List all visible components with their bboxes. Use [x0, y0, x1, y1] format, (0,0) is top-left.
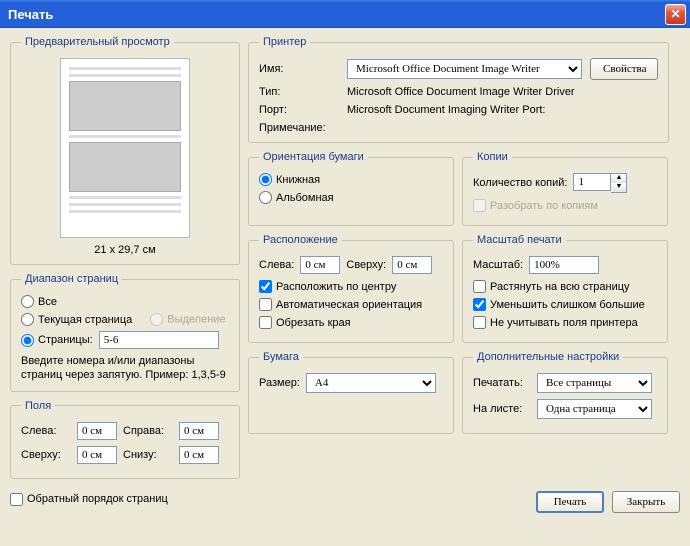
scale-legend: Масштаб печати — [473, 234, 566, 246]
reverse-order-label: Обратный порядок страниц — [27, 493, 168, 505]
scale-label: Масштаб: — [473, 259, 523, 271]
reverse-order-checkbox[interactable] — [10, 493, 23, 506]
extra-legend: Дополнительные настройки — [473, 351, 623, 363]
orientation-portrait-radio[interactable] — [259, 173, 272, 186]
printer-note-label: Примечание: — [259, 122, 339, 134]
orientation-portrait-label: Книжная — [276, 174, 320, 186]
printer-legend: Принтер — [259, 36, 310, 48]
range-selection-label: Выделение — [167, 313, 225, 325]
printer-type-value: Microsoft Office Document Image Writer D… — [347, 86, 658, 98]
collate-checkbox — [473, 199, 486, 212]
paper-group: Бумага Размер: A4 — [248, 351, 454, 434]
spin-up-icon[interactable]: ▲ — [611, 174, 626, 183]
center-label: Расположить по центру — [276, 281, 396, 293]
stretch-label: Растянуть на всю страницу — [490, 281, 630, 293]
window-title: Печать — [8, 7, 53, 22]
orientation-landscape-label: Альбомная — [276, 192, 334, 204]
margin-right-label: Справа: — [123, 425, 173, 437]
spin-down-icon[interactable]: ▼ — [611, 183, 626, 192]
preview-legend: Предварительный просмотр — [21, 36, 174, 48]
range-current-label: Текущая страница — [38, 314, 132, 326]
extra-print-select[interactable]: Все страницы — [537, 373, 652, 393]
copies-group: Копии Количество копий: ▲▼ Разобрать по … — [462, 151, 668, 226]
margins-legend: Поля — [21, 400, 55, 412]
printer-name-select[interactable]: Microsoft Office Document Image Writer — [347, 59, 582, 79]
extra-sheet-label: На листе: — [473, 403, 531, 415]
layout-group: Расположение Слева: Сверху: Расположить … — [248, 234, 454, 343]
layout-legend: Расположение — [259, 234, 342, 246]
layout-top-label: Сверху: — [346, 259, 386, 271]
preview-thumbnail — [60, 58, 190, 238]
margin-top-input[interactable] — [77, 446, 117, 464]
paper-size-label: Размер: — [259, 377, 300, 389]
preview-group: Предварительный просмотр 21 x 29,7 см — [10, 36, 240, 265]
range-current-radio[interactable] — [21, 313, 34, 326]
layout-left-label: Слева: — [259, 259, 294, 271]
copies-count-label: Количество копий: — [473, 177, 567, 189]
margin-left-input[interactable] — [77, 422, 117, 440]
printer-port-label: Порт: — [259, 104, 339, 116]
paper-size-select[interactable]: A4 — [306, 373, 436, 393]
print-button[interactable]: Печать — [536, 491, 604, 513]
margin-left-label: Слева: — [21, 425, 71, 437]
ignore-margins-checkbox[interactable] — [473, 316, 486, 329]
crop-checkbox[interactable] — [259, 316, 272, 329]
titlebar: Печать ✕ — [0, 0, 690, 28]
printer-name-label: Имя: — [259, 63, 339, 75]
orientation-landscape-radio[interactable] — [259, 191, 272, 204]
printer-port-value: Microsoft Document Imaging Writer Port: — [347, 104, 658, 116]
crop-label: Обрезать края — [276, 317, 351, 329]
copies-legend: Копии — [473, 151, 512, 163]
layout-left-input[interactable] — [300, 256, 340, 274]
range-group: Диапазон страниц Все Текущая страница Вы… — [10, 273, 240, 392]
shrink-checkbox[interactable] — [473, 298, 486, 311]
printer-type-label: Тип: — [259, 86, 339, 98]
stretch-checkbox[interactable] — [473, 280, 486, 293]
ignore-margins-label: Не учитывать поля принтера — [490, 317, 638, 329]
scale-input[interactable] — [529, 256, 599, 274]
orientation-group: Ориентация бумаги Книжная Альбомная — [248, 151, 454, 226]
extra-print-label: Печатать: — [473, 377, 531, 389]
preview-dimensions: 21 x 29,7 см — [21, 244, 229, 256]
range-all-radio[interactable] — [21, 295, 34, 308]
margin-right-input[interactable] — [179, 422, 219, 440]
center-checkbox[interactable] — [259, 280, 272, 293]
range-selection-radio — [150, 313, 163, 326]
range-pages-input[interactable] — [99, 331, 219, 349]
auto-orient-checkbox[interactable] — [259, 298, 272, 311]
properties-button[interactable]: Свойства — [590, 58, 658, 80]
margin-bottom-label: Снизу: — [123, 449, 173, 461]
range-legend: Диапазон страниц — [21, 273, 122, 285]
range-pages-label: Страницы: — [38, 334, 93, 346]
margins-group: Поля Слева: Справа: Сверху: Снизу: — [10, 400, 240, 479]
shrink-label: Уменьшить слишком большие — [490, 299, 645, 311]
close-button[interactable]: Закрыть — [612, 491, 680, 513]
range-pages-radio[interactable] — [21, 334, 34, 347]
copies-count-input[interactable] — [573, 173, 611, 191]
printer-group: Принтер Имя: Microsoft Office Document I… — [248, 36, 669, 143]
range-hint: Введите номера и/или диапазоны страниц ч… — [21, 354, 229, 383]
margin-bottom-input[interactable] — [179, 446, 219, 464]
close-icon[interactable]: ✕ — [665, 4, 686, 25]
paper-legend: Бумага — [259, 351, 303, 363]
margin-top-label: Сверху: — [21, 449, 71, 461]
auto-orient-label: Автоматическая ориентация — [276, 299, 422, 311]
layout-top-input[interactable] — [392, 256, 432, 274]
extra-group: Дополнительные настройки Печатать: Все ст… — [462, 351, 668, 434]
extra-sheet-select[interactable]: Одна страница — [537, 399, 652, 419]
range-all-label: Все — [38, 296, 57, 308]
scale-group: Масштаб печати Масштаб: Растянуть на всю… — [462, 234, 668, 343]
orientation-legend: Ориентация бумаги — [259, 151, 368, 163]
collate-label: Разобрать по копиям — [490, 200, 598, 212]
